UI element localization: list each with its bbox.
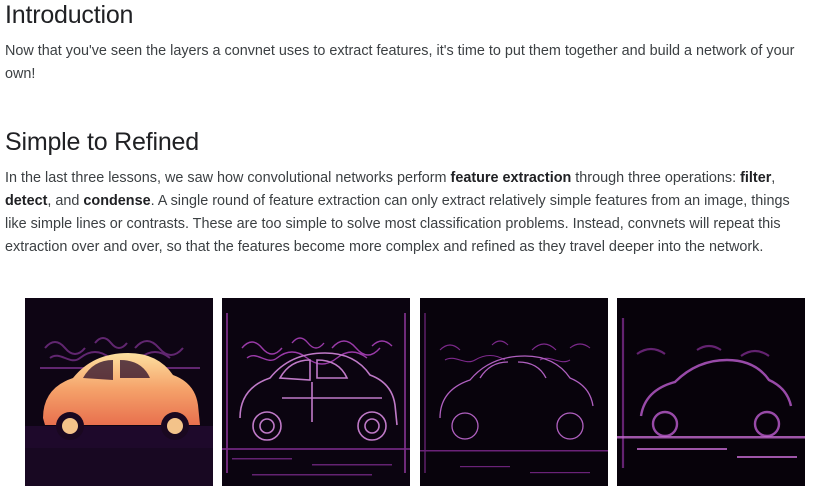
feature-map-edges [222,298,410,486]
section-heading: Simple to Refined [5,128,199,156]
text-span: In the last three lessons, we saw how co… [5,170,451,186]
feature-map-original [25,298,213,486]
intro-paragraph: Now that you've seen the layers a convne… [5,43,795,82]
text-span: , [771,170,776,186]
bold-term-condense: condense [83,193,151,209]
feature-map-row [25,298,805,486]
text-span: through three operations: [571,170,741,186]
bold-term-feature-extraction: feature extraction [450,170,572,186]
text-span: , and [47,193,84,209]
section-paragraph: In the last three lessons, we saw how co… [5,167,813,259]
bold-term-detect: detect [5,193,48,209]
intro-heading: Introduction [5,1,134,29]
feature-map-sparse [420,298,608,486]
article-content: Introduction Now that you've seen the la… [5,0,813,259]
bold-term-filter: filter [740,170,772,186]
feature-map-refined [617,298,805,486]
